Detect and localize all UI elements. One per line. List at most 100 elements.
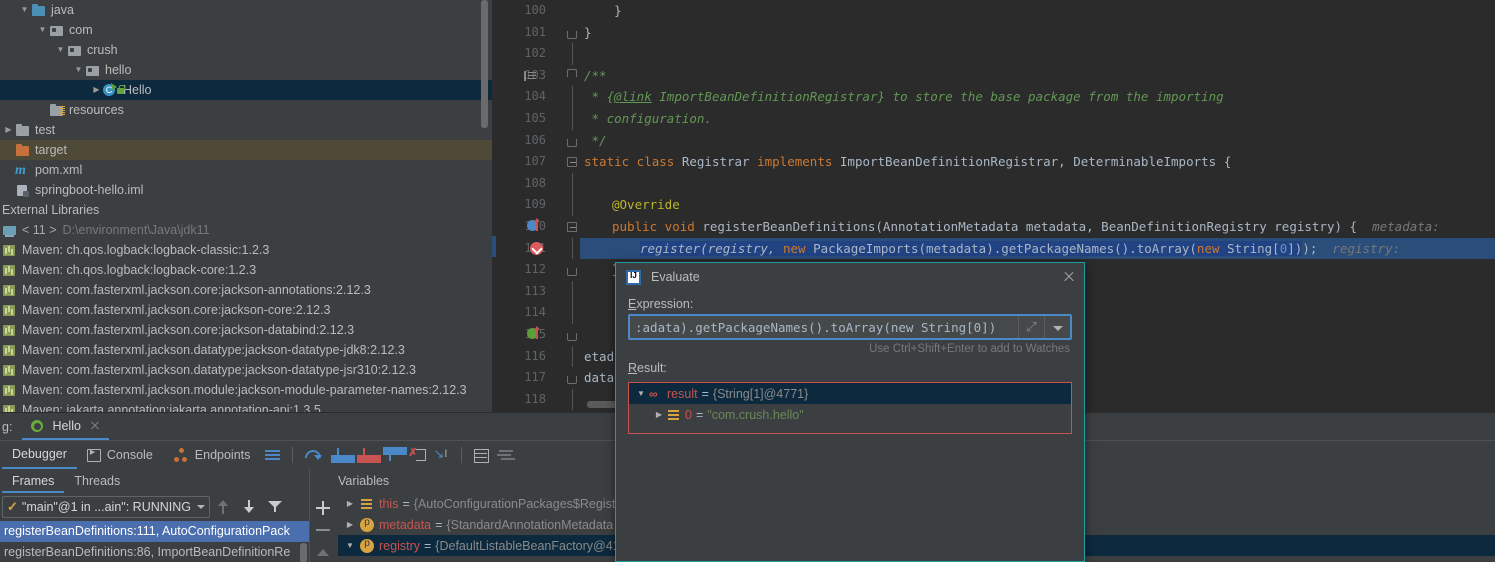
frames-controls[interactable]: ✓ "main"@1 in ...ain": RUNNING [0,493,309,521]
tree-item-library[interactable]: Maven: com.fasterxml.jackson.module:jack… [0,380,492,400]
step-into-icon[interactable] [325,444,356,466]
frame-row[interactable]: registerBeanDefinitions:111, AutoConfigu… [0,521,309,542]
tree-item-crush[interactable]: ▼ crush [0,40,492,60]
frame-up-icon[interactable] [210,496,236,518]
variables-side-toolbar[interactable] [310,493,338,562]
check-icon: ✓ [7,499,18,514]
tree-item-library[interactable]: Maven: com.fasterxml.jackson.core:jackso… [0,280,492,300]
fold-toggle-icon[interactable] [567,157,577,168]
fold-region-end[interactable] [567,30,577,39]
expression-input[interactable]: :adata).getPackageNames().toArray(new St… [630,316,1018,338]
remove-watch-icon[interactable] [310,519,336,541]
frames-pane-tabs[interactable]: Frames Threads [0,469,309,493]
java-class-icon [103,82,125,98]
variable-expand-arrow[interactable]: ▶ [340,499,360,508]
result-row-0[interactable]: ▶ 0 = "com.crush.hello" [629,404,1071,425]
variable-expand-arrow[interactable]: ▶ [340,520,360,529]
mute-breakpoints-icon[interactable] [494,444,520,466]
tab-endpoints[interactable]: Endpoints [163,442,261,469]
tab-debugger[interactable]: Debugger [2,442,77,469]
tab-threads[interactable]: Threads [64,470,130,493]
show-execution-point-icon[interactable] [260,444,286,466]
tab-endpoints-label: Endpoints [194,448,251,462]
fold-region-start[interactable] [567,68,577,77]
tree-item-target[interactable]: target [0,140,492,160]
tab-console[interactable]: Console [77,442,163,469]
tree-item-springboot-hello-iml[interactable]: springboot-hello.iml [0,180,492,200]
evaluate-expression-icon[interactable] [468,444,494,466]
expression-label: Expression: [628,297,694,311]
tree-item-library[interactable]: Maven: jakarta.annotation:jakarta.annota… [0,400,492,412]
fold-guideline [572,345,573,368]
frame-row[interactable]: registerBeanDefinitions:86, ImportBeanDe… [0,542,309,562]
tree-item-java[interactable]: ▼ java [0,0,492,20]
frame-down-icon[interactable] [236,496,262,518]
caret-up-icon[interactable] [310,541,336,562]
breakpoint-icon[interactable] [530,241,543,255]
variable-name: registry [379,538,420,553]
tree-item-library[interactable]: Maven: ch.qos.logback:logback-classic:1.… [0,240,492,260]
frames-pane[interactable]: Frames Threads ✓ "main"@1 in ...ain": RU… [0,469,310,562]
expand-expression-icon[interactable] [1018,316,1044,338]
tab-frames[interactable]: Frames [2,470,65,493]
fold-guideline [572,280,573,303]
drop-frame-icon[interactable] [403,444,429,466]
fold-region-end[interactable] [567,138,577,147]
frames-scrollbar[interactable] [300,543,307,562]
fold-region-end[interactable] [567,332,577,341]
javadoc-icon[interactable] [524,70,536,81]
result-tree[interactable]: ▼ ∞ result = {String[1]@4771} ▶ 0 = "com.crush.h… [628,382,1072,434]
tree-expand-arrow[interactable]: ▶ [90,80,103,100]
line-number-105: 105 [524,110,546,125]
result-expand-arrow[interactable]: ▶ [651,410,667,419]
run-tab-hello[interactable]: Hello [22,413,109,440]
evaluate-dialog-titlebar[interactable]: Evaluate [616,263,1084,291]
fold-toggle-icon[interactable] [567,221,577,232]
chevron-down-icon[interactable] [1044,316,1070,338]
implemented-method-icon[interactable] [527,325,539,340]
tree-item-library[interactable]: Maven: com.fasterxml.jackson.datatype:ja… [0,340,492,360]
tree-expand-arrow[interactable]: ▼ [54,40,67,60]
tree-item-resources[interactable]: resources [0,100,492,120]
tab-debugger-label: Debugger [12,447,67,461]
close-icon[interactable] [1060,268,1078,286]
result-expand-arrow[interactable]: ▼ [633,389,649,398]
tree-expand-arrow[interactable]: ▼ [36,20,49,40]
evaluate-dialog[interactable]: Evaluate Expression: :adata).getPackageN… [615,262,1085,562]
result-row-result[interactable]: ▼ ∞ result = {String[1]@4771} [629,383,1071,404]
project-tree-panel[interactable]: ▼java▼com▼crush▼hello▶Helloresources▶tes… [0,0,492,412]
tree-item-pom-xml[interactable]: pom.xml [0,160,492,180]
run-to-cursor-icon[interactable] [429,444,455,466]
project-tree-scrollbar[interactable] [481,0,488,128]
fold-region-end[interactable] [567,268,577,277]
tree-item-hello[interactable]: ▶ Hello [0,80,492,100]
code-text: public void registerBeanDefinitions(Anno… [612,218,1440,234]
tree-item-hello[interactable]: ▼ hello [0,60,492,80]
code-text: */ [584,132,607,148]
variable-expand-arrow[interactable]: ▼ [340,541,360,550]
fold-region-end[interactable] [567,376,577,385]
tree-item-jdk[interactable]: < 11 > D:\environment\Java\jdk11 [0,220,492,240]
tree-item-library[interactable]: Maven: ch.qos.logback:logback-core:1.2.3 [0,260,492,280]
external-libraries-row[interactable]: External Libraries [0,200,492,220]
add-watch-icon[interactable] [310,497,336,519]
tree-item-com[interactable]: ▼ com [0,20,492,40]
tab-close-icon[interactable] [89,420,101,432]
tree-item-library[interactable]: Maven: com.fasterxml.jackson.core:jackso… [0,300,492,320]
step-out-icon[interactable] [377,444,408,466]
filter-icon[interactable] [262,496,288,518]
thread-selector[interactable]: ✓ "main"@1 in ...ain": RUNNING [2,496,210,518]
result-name: 0 [685,407,692,422]
tree-item-test[interactable]: ▶ test [0,120,492,140]
tree-expand-arrow[interactable]: ▼ [18,0,31,20]
tree-item-library[interactable]: Maven: com.fasterxml.jackson.datatype:ja… [0,360,492,380]
line-number-116: 116 [524,348,546,363]
override-method-icon[interactable] [527,217,539,232]
chevron-down-icon[interactable] [197,505,205,509]
force-step-into-icon[interactable] [351,444,382,466]
tree-item-library[interactable]: Maven: com.fasterxml.jackson.core:jackso… [0,320,492,340]
tree-expand-arrow[interactable]: ▼ [72,60,85,80]
step-over-icon[interactable] [299,444,325,466]
tree-expand-arrow[interactable]: ▶ [2,120,15,140]
expression-input-wrapper[interactable]: :adata).getPackageNames().toArray(new St… [628,314,1072,340]
